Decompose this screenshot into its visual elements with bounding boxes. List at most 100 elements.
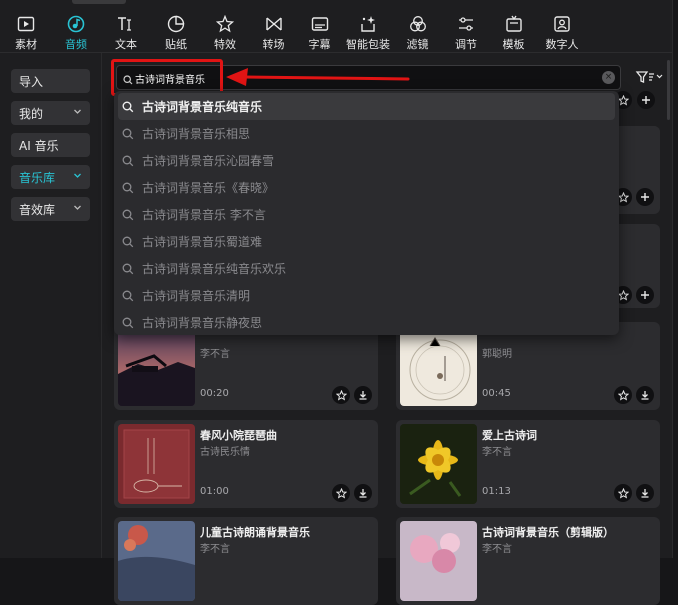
download-button[interactable] — [636, 484, 654, 502]
favorite-button[interactable] — [332, 386, 350, 404]
card-title: 春风小院琵琶曲 — [200, 429, 277, 442]
download-button[interactable] — [354, 386, 372, 404]
sidebar-item-import[interactable]: 导入 — [11, 69, 90, 93]
album-thumbnail — [400, 521, 477, 601]
template-icon — [504, 14, 524, 34]
sidebar-item-label: 音乐库 — [19, 170, 56, 185]
suggestion-item[interactable]: 古诗词背景音乐沁园春雪 — [114, 147, 619, 174]
tool-digital-human[interactable]: 数字人 — [536, 6, 588, 52]
tool-smart-pack[interactable]: 智能包装 — [342, 6, 394, 52]
suggestion-text: 古诗词背景音乐清明 — [142, 289, 251, 303]
search-icon — [122, 181, 136, 195]
tool-label: 音频 — [65, 38, 87, 51]
chevron-down-icon — [73, 107, 82, 119]
card-title: 爱上古诗词 — [482, 429, 537, 442]
digital-human-icon — [552, 14, 572, 34]
download-icon — [359, 391, 367, 400]
chevron-down-icon — [656, 74, 663, 79]
tool-audio[interactable]: 音频 — [52, 6, 100, 52]
add-button[interactable] — [636, 286, 654, 304]
tool-text[interactable]: 文本 — [100, 6, 152, 52]
subtitle-icon — [310, 14, 330, 34]
add-button[interactable] — [636, 188, 654, 206]
scrollbar[interactable] — [667, 60, 670, 120]
sidebar-item-mine[interactable]: 我的 — [11, 101, 90, 125]
suggestion-item[interactable]: 古诗词背景音乐静夜思 — [114, 309, 619, 335]
audio-icon — [66, 14, 86, 34]
download-button[interactable] — [636, 386, 654, 404]
tool-effects[interactable]: 特效 — [200, 6, 250, 52]
suggestion-item[interactable]: 古诗词背景音乐纯音乐欢乐 — [114, 255, 619, 282]
sidebar-item-ai-music[interactable]: AI 音乐 — [11, 133, 90, 157]
suggestion-item[interactable]: 古诗词背景音乐蜀道难 — [114, 228, 619, 255]
filter-sort-button[interactable] — [634, 67, 664, 87]
card-artist: 古诗民乐情 — [200, 447, 250, 458]
card-duration: 01:00 — [200, 486, 229, 497]
suggestion-item[interactable]: 古诗词背景音乐《春晓》 — [114, 174, 619, 201]
album-thumbnail — [118, 521, 195, 601]
tool-filter[interactable]: 滤镜 — [394, 6, 441, 52]
star-icon — [617, 94, 629, 106]
card-artist: 李不言 — [200, 544, 230, 555]
tool-label: 转场 — [262, 38, 285, 51]
tool-adjust[interactable]: 调节 — [441, 6, 491, 52]
filter-icon — [408, 14, 428, 34]
suggestion-text: 古诗词背景音乐纯音乐 — [142, 100, 263, 114]
add-button[interactable] — [637, 91, 655, 109]
suggestion-text: 古诗词背景音乐沁园春雪 — [142, 154, 275, 168]
sticker-icon — [166, 14, 186, 34]
tool-transition[interactable]: 转场 — [250, 6, 297, 52]
favorite-button[interactable] — [614, 484, 632, 502]
suggestion-item[interactable]: 古诗词背景音乐相思 — [114, 120, 619, 147]
sidebar-item-label: 我的 — [19, 106, 44, 121]
tool-label: 模板 — [502, 38, 525, 51]
smart-pack-icon — [358, 14, 378, 34]
music-card[interactable]: 郭聪明 00:45 — [396, 322, 660, 410]
sidebar-item-music-library[interactable]: 音乐库 — [11, 165, 90, 189]
download-button[interactable] — [354, 484, 372, 502]
star-icon — [617, 389, 629, 401]
tool-media[interactable]: 素材 — [0, 6, 52, 52]
tool-label: 数字人 — [545, 38, 579, 51]
filter-funnel-icon — [635, 71, 649, 83]
sidebar: 导入 我的 AI 音乐 音乐库 音效库 — [0, 53, 102, 558]
tool-label: 智能包装 — [346, 38, 390, 51]
plus-icon — [641, 291, 649, 299]
card-artist: 李不言 — [482, 447, 512, 458]
star-icon — [617, 487, 629, 499]
card-artist: 郭聪明 — [482, 349, 512, 360]
music-card[interactable]: 李不言 00:20 — [114, 322, 378, 410]
suggestion-item[interactable]: 古诗词背景音乐 李不言 — [114, 201, 619, 228]
suggestion-text: 古诗词背景音乐纯音乐欢乐 — [142, 262, 287, 276]
favorite-button[interactable] — [332, 484, 350, 502]
favorite-button[interactable] — [614, 386, 632, 404]
search-icon — [122, 154, 136, 168]
music-card[interactable]: 春风小院琵琶曲 古诗民乐情 01:00 — [114, 420, 378, 508]
suggestion-text: 古诗词背景音乐 李不言 — [142, 208, 266, 222]
album-thumbnail — [118, 424, 195, 504]
top-strip — [72, 0, 126, 4]
suggestion-item[interactable]: 古诗词背景音乐清明 — [114, 282, 619, 309]
search-input[interactable]: 古诗词背景音乐 × — [116, 65, 621, 90]
tool-label: 字幕 — [308, 38, 331, 51]
tool-label: 调节 — [455, 38, 477, 51]
search-icon — [122, 127, 136, 141]
text-icon — [116, 14, 136, 34]
tool-sticker[interactable]: 贴纸 — [152, 6, 200, 52]
tool-template[interactable]: 模板 — [491, 6, 536, 52]
search-value: 古诗词背景音乐 — [135, 75, 205, 86]
clear-search-button[interactable]: × — [602, 71, 615, 84]
music-card[interactable]: 古诗词背景音乐（剪辑版） 李不言 — [396, 517, 660, 605]
tool-subtitle[interactable]: 字幕 — [297, 6, 342, 52]
main-toolbar: 素材 音频 文本 贴纸 特效 转场 字幕 智能包装 滤镜 调节 模板 数字人 — [0, 6, 672, 52]
search-icon — [122, 262, 136, 276]
search-suggestions-dropdown: 古诗词背景音乐纯音乐 古诗词背景音乐相思 古诗词背景音乐沁园春雪 古诗词背景音乐… — [114, 91, 619, 335]
suggestion-item[interactable]: 古诗词背景音乐纯音乐 — [118, 93, 615, 120]
download-icon — [641, 489, 649, 498]
music-card[interactable]: 儿童古诗朗诵背景音乐 李不言 — [114, 517, 378, 605]
media-icon — [16, 14, 36, 34]
suggestion-text: 古诗词背景音乐《春晓》 — [142, 181, 275, 195]
music-card[interactable]: 爱上古诗词 李不言 01:13 — [396, 420, 660, 508]
card-artist: 李不言 — [482, 544, 512, 555]
sidebar-item-sfx-library[interactable]: 音效库 — [11, 197, 90, 221]
